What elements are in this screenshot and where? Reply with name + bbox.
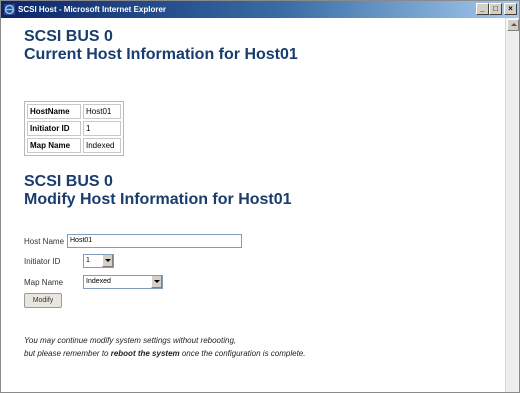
close-button[interactable]: × (504, 3, 517, 15)
initiator-id-label: Initiator ID (27, 121, 81, 136)
note-suffix: once the configuration is complete. (179, 349, 306, 358)
reboot-emphasis: reboot the system (110, 349, 180, 358)
table-row: HostName Host01 (27, 104, 121, 119)
initiator-id-select[interactable]: 1 (83, 254, 114, 268)
modify-bus-heading: SCSI BUS 0 (24, 173, 113, 190)
host-name-input[interactable]: Host01 (67, 234, 242, 248)
browser-window: SCSI Host - Microsoft Internet Explorer … (0, 0, 520, 393)
info-note-line1: You may continue modify system settings … (24, 336, 237, 345)
map-name-selected: Indexed (86, 278, 111, 285)
window-controls: _ □ × (476, 3, 517, 16)
scroll-up-arrow-icon[interactable] (507, 19, 519, 31)
vertical-scrollbar[interactable] (505, 18, 519, 392)
map-name-value: Indexed (83, 138, 121, 153)
modify-host-heading: Modify Host Information for Host01 (24, 191, 292, 208)
note-prefix: but please remember to (24, 349, 111, 358)
initiator-id-value: 1 (83, 121, 121, 136)
map-name-field-label: Map Name (24, 278, 64, 287)
current-info-section: SCSI BUS 0 Current Host Information for … (24, 28, 504, 64)
modify-button[interactable]: Modify (24, 293, 62, 308)
map-name-label: Map Name (27, 138, 81, 153)
hostname-value: Host01 (83, 104, 121, 119)
initiator-id-field-label: Initiator ID (24, 257, 61, 266)
initiator-id-selected: 1 (86, 257, 90, 264)
info-note-line2: but please remember to reboot the system… (24, 349, 305, 358)
table-row: Map Name Indexed (27, 138, 121, 153)
table-row: Initiator ID 1 (27, 121, 121, 136)
window-title: SCSI Host - Microsoft Internet Explorer (18, 5, 167, 14)
current-bus-heading: SCSI BUS 0 (24, 28, 113, 45)
host-name-label: Host Name (24, 237, 65, 246)
chevron-down-icon[interactable] (102, 255, 113, 267)
internet-explorer-icon (4, 4, 15, 15)
minimize-button[interactable]: _ (476, 3, 489, 15)
current-host-heading: Current Host Information for Host01 (24, 46, 298, 63)
current-info-table: HostName Host01 Initiator ID 1 Map Name … (24, 101, 124, 156)
modify-section: SCSI BUS 0 Modify Host Information for H… (24, 173, 504, 209)
title-bar[interactable]: SCSI Host - Microsoft Internet Explorer … (1, 1, 519, 18)
chevron-down-icon[interactable] (151, 276, 162, 288)
hostname-label: HostName (27, 104, 81, 119)
map-name-select[interactable]: Indexed (83, 275, 163, 289)
maximize-button[interactable]: □ (489, 3, 502, 15)
